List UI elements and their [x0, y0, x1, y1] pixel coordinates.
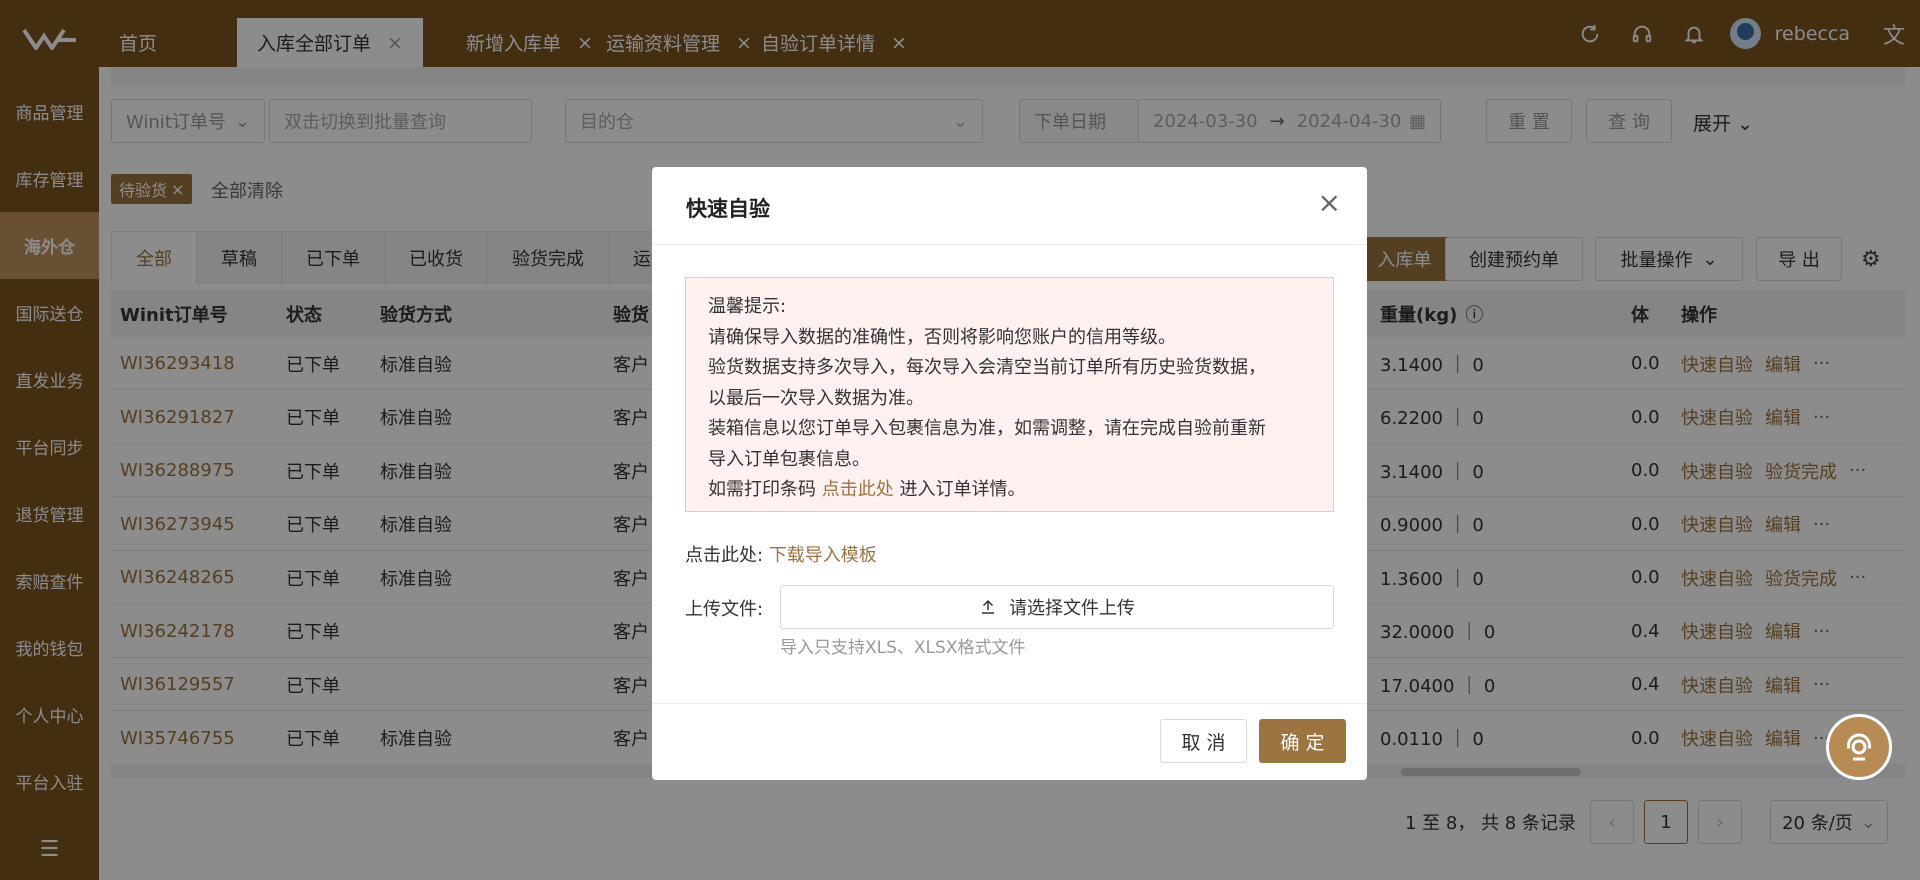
modal-title: 快速自验 [686, 197, 770, 221]
warning-line: 导入订单包裹信息。 [708, 448, 870, 470]
template-label: 点击此处: 下载导入模板 [685, 545, 877, 566]
customer-service-icon[interactable] [1826, 714, 1892, 780]
warning-line: 请确保导入数据的准确性，否则将影响您账户的信用等级。 [708, 326, 1176, 348]
warning-line: 装箱信息以您订单导入包裹信息为准，如需调整，请在完成自验前重新 [708, 418, 1266, 439]
warning-line: 以最后一次导入数据为准。 [708, 387, 924, 409]
warning-box: 温馨提示: 请确保导入数据的准确性，否则将影响您账户的信用等级。验货数据支持多次导… [685, 277, 1334, 512]
warning-line: 温馨提示: [708, 296, 787, 317]
confirm-button[interactable]: 确 定 [1259, 719, 1346, 763]
upload-hint: 导入只支持XLS、XLSX格式文件 [780, 638, 1026, 658]
upload-button[interactable]: 请选择文件上传 [780, 585, 1334, 629]
download-template-link[interactable]: 下载导入模板 [769, 545, 877, 566]
quick-self-check-modal: 快速自验 × 温馨提示: 请确保导入数据的准确性，否则将影响您账户的信用等级。验货… [652, 167, 1367, 780]
upload-label: 上传文件: [685, 599, 764, 620]
upload-icon [982, 599, 994, 614]
print-link[interactable]: 点击此处 [822, 479, 894, 500]
close-icon[interactable]: × [1318, 189, 1341, 217]
cancel-button[interactable]: 取 消 [1160, 719, 1247, 763]
warning-line: 验货数据支持多次导入，每次导入会清空当前订单所有历史验货数据， [708, 357, 1266, 378]
